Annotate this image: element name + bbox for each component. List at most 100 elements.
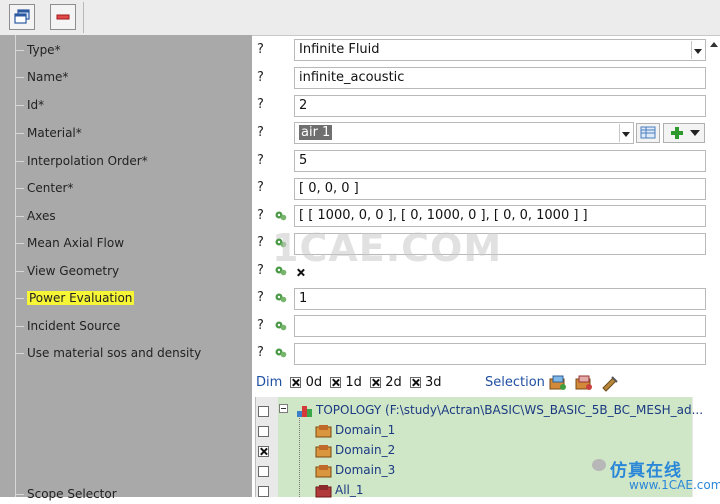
label-power-evaluation: Power Evaluation <box>16 288 135 308</box>
checkbox-unchecked <box>258 406 269 417</box>
topology-label: TOPOLOGY (F:\study\Actran\BASIC\WS_BASIC… <box>316 403 704 417</box>
label-view-geometry: View Geometry <box>16 261 119 281</box>
type-dropdown[interactable]: Infinite Fluid <box>294 39 706 61</box>
domain-icon <box>315 464 332 477</box>
label-interpolation-order: Interpolation Order* <box>16 151 148 171</box>
label-axes: Axes <box>16 206 56 226</box>
id-field[interactable]: 2 <box>294 95 706 117</box>
group-icon <box>315 484 332 497</box>
watermark: 1CAE.COM <box>272 226 503 270</box>
table-icon <box>640 126 656 139</box>
label-use-material-sos: Use material sos and density <box>16 343 201 363</box>
formula-icon[interactable] <box>274 319 288 333</box>
label-scope-selector: Scope Selector <box>16 484 117 504</box>
label-type: Type* <box>16 40 61 60</box>
topology-checkbox[interactable] <box>258 404 269 418</box>
dim-label: Dim <box>256 375 283 390</box>
name-field[interactable]: infinite_acoustic <box>294 67 706 89</box>
tree-connector-line <box>299 418 301 497</box>
help-id[interactable]: ? <box>257 95 264 115</box>
brand-url: www.1CAE.com <box>629 478 720 492</box>
checkbox-unchecked <box>258 466 269 477</box>
tree-node-all-1[interactable]: All_1 <box>315 481 364 499</box>
topology-node[interactable]: TOPOLOGY (F:\study\Actran\BASIC\WS_BASIC… <box>296 401 703 419</box>
dim-filter: Dim 0d 1d 2d 3d <box>256 373 442 393</box>
clear-selection-icon[interactable] <box>600 374 620 392</box>
remove-icon <box>56 14 70 20</box>
plus-icon <box>671 127 683 139</box>
label-id: Id* <box>16 95 44 115</box>
checkbox-checked <box>258 446 269 457</box>
domain-icon <box>315 424 332 437</box>
help-name[interactable]: ? <box>257 68 264 88</box>
all-1-checkbox[interactable] <box>258 484 269 498</box>
dim-0d-toggle[interactable]: 0d <box>290 373 322 393</box>
center-field[interactable]: [ 0, 0, 0 ] <box>294 178 706 200</box>
formula-icon[interactable] <box>274 291 288 305</box>
chevron-down-icon[interactable] <box>619 124 632 142</box>
help-incident-source[interactable]: ? <box>257 316 264 336</box>
material-table-button[interactable] <box>636 123 660 143</box>
domain-2-label: Domain_2 <box>335 443 396 457</box>
chevron-down-icon <box>690 130 700 136</box>
checkbox-checked <box>370 377 382 388</box>
type-value: Infinite Fluid <box>299 42 380 57</box>
help-center[interactable]: ? <box>257 178 264 198</box>
axes-field[interactable]: [ [ 1000, 0, 0 ], [ 0, 1000, 0 ], [ 0, 0… <box>294 205 706 227</box>
label-material: Material* <box>16 123 82 143</box>
help-power-evaluation[interactable]: ? <box>257 288 264 308</box>
selection-label: Selection <box>485 375 545 390</box>
formula-icon[interactable] <box>274 346 288 360</box>
tree-node-domain-2[interactable]: Domain_2 <box>315 441 395 459</box>
help-axes[interactable]: ? <box>257 206 264 226</box>
domain-3-checkbox[interactable] <box>258 464 269 478</box>
use-material-sos-field[interactable] <box>294 343 706 365</box>
dim-3d-label: 3d <box>425 375 442 390</box>
label-center: Center* <box>16 178 73 198</box>
material-dropdown[interactable]: air 1 <box>294 122 634 144</box>
select-domain-icon[interactable] <box>548 374 568 392</box>
all-1-label: All_1 <box>335 483 364 497</box>
label-name: Name* <box>16 67 68 87</box>
dim-0d-label: 0d <box>305 375 323 390</box>
label-mean-axial-flow: Mean Axial Flow <box>16 233 124 253</box>
topology-icon <box>297 405 312 417</box>
checkbox-unchecked <box>258 486 269 497</box>
dim-3d-toggle[interactable]: 3d <box>409 373 442 393</box>
domain-1-checkbox[interactable] <box>258 424 269 438</box>
domain-2-checkbox[interactable] <box>258 444 269 458</box>
checkbox-unchecked <box>258 426 269 437</box>
formula-icon[interactable] <box>274 209 288 223</box>
tree-node-domain-1[interactable]: Domain_1 <box>315 421 395 439</box>
material-value: air 1 <box>299 125 333 140</box>
material-add-button[interactable] <box>663 123 705 143</box>
help-mean-axial-flow[interactable]: ? <box>257 233 264 253</box>
help-type[interactable]: ? <box>257 40 264 60</box>
help-interpolation-order[interactable]: ? <box>257 151 264 171</box>
toolbar <box>0 0 720 36</box>
domain-3-label: Domain_3 <box>335 463 396 477</box>
label-incident-source: Incident Source <box>16 316 120 336</box>
dim-2d-label: 2d <box>385 375 402 390</box>
new-window-button[interactable] <box>9 4 35 30</box>
tree-node-domain-3[interactable]: Domain_3 <box>315 461 395 479</box>
select-group-icon[interactable] <box>574 374 594 392</box>
help-use-material-sos[interactable]: ? <box>257 343 264 363</box>
dim-1d-label: 1d <box>345 375 362 390</box>
collapse-icon[interactable] <box>279 404 288 413</box>
chevron-down-icon[interactable] <box>691 41 704 59</box>
domain-icon <box>315 444 332 457</box>
remove-button[interactable] <box>50 4 76 30</box>
help-view-geometry[interactable]: ? <box>257 261 264 281</box>
dim-2d-toggle[interactable]: 2d <box>370 373 402 393</box>
help-material[interactable]: ? <box>257 123 264 143</box>
dim-1d-toggle[interactable]: 1d <box>330 373 362 393</box>
wechat-icon <box>592 459 606 471</box>
toolbar-separator <box>83 2 84 33</box>
power-evaluation-field[interactable]: 1 <box>294 288 706 310</box>
scroll-up-icon[interactable] <box>710 42 718 47</box>
checkbox-checked <box>330 377 342 388</box>
incident-source-field[interactable] <box>294 315 706 337</box>
domain-1-label: Domain_1 <box>335 423 396 437</box>
interpolation-order-field[interactable]: 5 <box>294 150 706 172</box>
